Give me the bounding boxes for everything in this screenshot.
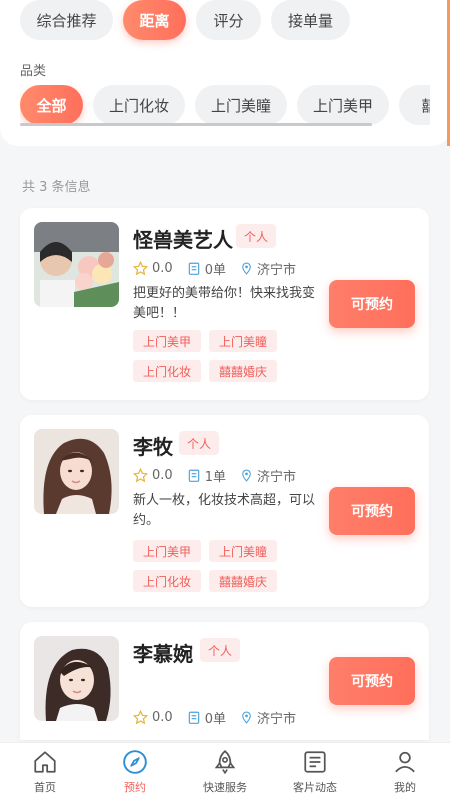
location-icon	[242, 711, 251, 724]
artist-type-badge: 个人	[200, 638, 241, 662]
city: 济宁市	[256, 470, 296, 485]
artist-name: 李慕婉	[133, 642, 193, 666]
tab-label: 客片动态	[293, 781, 337, 794]
avatar	[34, 429, 119, 514]
sort-tab-rating[interactable]: 评分	[196, 0, 261, 40]
artist-card[interactable]: 怪兽美艺人 个人 0.0 0单 济宁市 把更好的美带给你！快来找我变美吧！！ 上…	[20, 208, 429, 400]
tab-label: 首页	[34, 781, 56, 794]
book-button[interactable]: 可预约	[329, 280, 415, 328]
category-tabs[interactable]: 全部 上门化妆 上门美瞳 上门美甲 囍	[20, 85, 430, 125]
home-icon	[34, 751, 56, 773]
avatar	[34, 636, 119, 721]
service-tag: 上门美瞳	[209, 540, 278, 562]
order-icon	[188, 262, 199, 275]
artist-description: 新人一枚，化妆技术高超，可以约。	[133, 493, 316, 528]
bottom-tab-bar: 首页 预约 快速服务 客片动态 我的	[0, 742, 450, 800]
artist-stats: 0.0 0单 济宁市	[133, 708, 304, 727]
category-scrollbar[interactable]	[20, 123, 372, 126]
service-tag: 上门美瞳	[209, 330, 278, 352]
artist-type-badge: 个人	[179, 431, 220, 455]
artist-description: 把更好的美带给你！快来找我变美吧！！	[133, 286, 316, 321]
book-button[interactable]: 可预约	[329, 657, 415, 705]
compass-icon	[123, 750, 147, 774]
artist-card[interactable]: 李慕婉 个人 0.0 0单 济宁市 可预约	[20, 622, 429, 740]
result-count: 共 3 条信息	[22, 180, 91, 195]
location-icon	[242, 469, 251, 482]
sort-tab-recommended[interactable]: 综合推荐	[20, 0, 113, 40]
artist-name: 李牧	[133, 435, 173, 459]
artist-type-badge: 个人	[236, 224, 277, 248]
rating-value: 0.0	[152, 710, 173, 725]
avatar	[34, 222, 119, 307]
artist-name: 怪兽美艺人	[133, 228, 233, 252]
order-count: 0单	[204, 263, 226, 278]
artist-stats: 0.0 0单 济宁市	[133, 259, 304, 278]
gallery-icon	[304, 751, 326, 773]
order-icon	[188, 711, 199, 724]
sort-tab-orders[interactable]: 接单量	[271, 0, 350, 40]
service-tag: 上门美甲	[133, 330, 202, 352]
tab-label: 我的	[394, 781, 416, 794]
filter-panel: 综合推荐 距离 评分 接单量 品类 全部 上门化妆 上门美瞳 上门美甲 囍	[0, 0, 450, 146]
tab-client-feed[interactable]: 客片动态	[270, 743, 360, 800]
category-tab-nails[interactable]: 上门美甲	[297, 85, 389, 125]
service-tags: 上门美甲 上门美瞳 上门化妆 囍囍婚庆	[133, 330, 323, 382]
order-count: 1单	[204, 470, 226, 485]
order-icon	[188, 469, 199, 482]
tab-booking[interactable]: 预约	[90, 743, 180, 800]
artist-stats: 0.0 1单 济宁市	[133, 466, 304, 485]
service-tag: 上门美甲	[133, 540, 202, 562]
user-icon	[395, 751, 415, 773]
artist-card[interactable]: 李牧 个人 0.0 1单 济宁市 新人一枚，化妆技术高超，可以约。 上门美甲 上…	[20, 415, 429, 607]
service-tag: 囍囍婚庆	[209, 570, 278, 592]
service-tags: 上门美甲 上门美瞳 上门化妆 囍囍婚庆	[133, 540, 323, 592]
star-icon	[133, 468, 148, 483]
rating-value: 0.0	[152, 261, 173, 276]
location-icon	[242, 262, 251, 275]
star-icon	[133, 261, 148, 276]
tab-home[interactable]: 首页	[0, 743, 90, 800]
city: 济宁市	[256, 263, 296, 278]
sort-tabs: 综合推荐 距离 评分 接单量	[20, 0, 350, 40]
city: 济宁市	[256, 712, 296, 727]
tab-label: 快速服务	[203, 781, 247, 794]
tab-quick-service[interactable]: 快速服务	[180, 743, 270, 800]
tab-label: 预约	[124, 781, 146, 794]
rocket-icon	[214, 750, 236, 775]
star-icon	[133, 710, 148, 725]
tab-profile[interactable]: 我的	[360, 743, 450, 800]
service-tag: 囍囍婚庆	[209, 360, 278, 382]
category-tab-makeup[interactable]: 上门化妆	[93, 85, 185, 125]
service-tag: 上门化妆	[133, 570, 202, 592]
category-tab-wedding[interactable]: 囍	[399, 85, 430, 125]
sort-tab-distance[interactable]: 距离	[123, 0, 186, 40]
category-tab-contacts[interactable]: 上门美瞳	[195, 85, 287, 125]
rating-value: 0.0	[152, 468, 173, 483]
service-tag: 上门化妆	[133, 360, 202, 382]
category-label: 品类	[20, 64, 47, 79]
order-count: 0单	[204, 712, 226, 727]
book-button[interactable]: 可预约	[329, 487, 415, 535]
category-tab-all[interactable]: 全部	[20, 85, 83, 125]
